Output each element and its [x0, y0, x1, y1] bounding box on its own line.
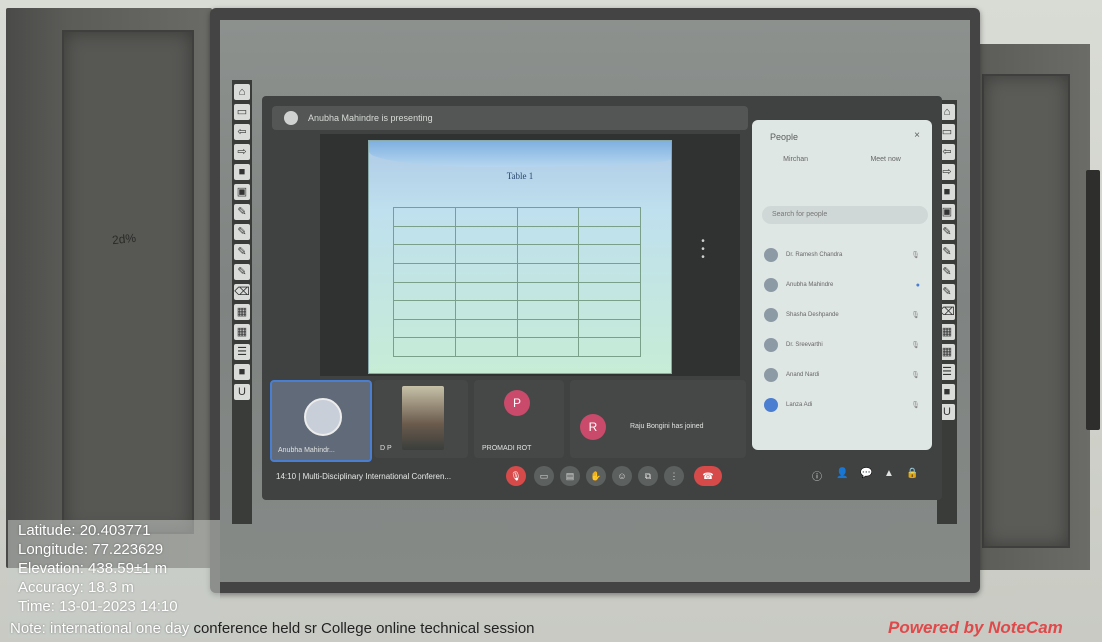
avatar — [764, 248, 778, 262]
tab-add-people[interactable]: Mirchan — [783, 156, 808, 163]
stop-icon[interactable]: ■ — [234, 164, 250, 180]
list-item[interactable]: Lanza Adi 🎙 — [752, 390, 932, 420]
grid-icon[interactable]: ▦ — [234, 304, 250, 320]
lock-icon[interactable]: 🔒 — [906, 468, 918, 479]
info-icon[interactable]: ⓘ — [812, 468, 822, 483]
notecam-watermark: Powered by NoteCam — [888, 618, 1063, 637]
eraser-icon[interactable]: ⌫ — [234, 284, 250, 300]
avatar — [304, 398, 342, 436]
square-icon[interactable]: ■ — [234, 364, 250, 380]
list-item[interactable]: Dr. Ramesh Chandra 🎙 — [752, 240, 932, 270]
avatar — [764, 368, 778, 382]
photo-background: 2d% ⌂ ▭ ⇦ ⇨ ■ ▣ ✎ ✎ ✎ ✎ ⌫ ▦ ▦ ☰ ■ U ⌂ ▭ … — [0, 0, 1102, 642]
left-smartboard-toolbar: ⌂ ▭ ⇦ ⇨ ■ ▣ ✎ ✎ ✎ ✎ ⌫ ▦ ▦ ☰ ■ U — [232, 80, 252, 524]
activities-icon[interactable]: ▲ — [884, 468, 894, 479]
shared-slide: Table 1 — [368, 140, 672, 374]
list-icon[interactable]: ☰ — [234, 344, 250, 360]
people-panel: People × Mirchan Meet now Search for peo… — [752, 120, 932, 450]
participant-tile[interactable]: Anubha Mahindr... — [270, 380, 372, 462]
close-icon[interactable]: × — [914, 130, 920, 141]
mic-icon: 🎙 — [911, 342, 920, 349]
people-list: Dr. Ramesh Chandra 🎙 Anubha Mahindre ● Sha… — [752, 240, 932, 420]
list-item[interactable]: Anubha Mahindre ● — [752, 270, 932, 300]
avatar: R — [580, 414, 606, 440]
grid-icon[interactable]: ▦ — [234, 324, 250, 340]
list-item[interactable]: Anand Nardi 🎙 — [752, 360, 932, 390]
more-options-icon[interactable]: • • • — [698, 237, 708, 268]
participant-label: D P — [380, 445, 392, 452]
left-cabinet-door — [62, 30, 194, 534]
raise-hand-button[interactable]: ✋ — [586, 466, 606, 486]
mic-off-button[interactable]: 🎙 — [506, 466, 526, 486]
presenter-avatar-icon — [284, 111, 298, 125]
participant-name: Shasha Deshpande — [786, 312, 839, 318]
present-button[interactable]: ⧉ — [638, 466, 658, 486]
captions-button[interactable]: ▤ — [560, 466, 580, 486]
participant-name: Lanza Adi — [786, 402, 813, 408]
mic-icon: 🎙 — [911, 372, 920, 379]
camera-button[interactable]: ▭ — [534, 466, 554, 486]
magnet-icon[interactable]: U — [234, 384, 250, 400]
avatar — [764, 278, 778, 292]
emoji-button[interactable]: ☺ — [612, 466, 632, 486]
right-pole — [1086, 170, 1100, 430]
slide-title: Table 1 — [506, 171, 534, 181]
people-search-input[interactable]: Search for people — [762, 206, 928, 224]
pen-icon[interactable]: ✎ — [234, 244, 250, 260]
pen-icon[interactable]: ✎ — [234, 264, 250, 280]
participant-label: Anubha Mahindr... — [278, 447, 335, 454]
back-icon[interactable]: ⇦ — [234, 124, 250, 140]
image-icon[interactable]: ▣ — [234, 184, 250, 200]
latitude-text: Latitude: 20.403771 — [18, 522, 151, 539]
tab-meet-now[interactable]: Meet now — [870, 156, 900, 163]
time-text: Time: 13-01-2023 14:10 — [18, 598, 178, 615]
page-icon[interactable]: ▭ — [234, 104, 250, 120]
slide-table — [393, 207, 641, 357]
end-call-button[interactable]: ☎ — [694, 466, 722, 486]
people-tabs: Mirchan Meet now — [752, 156, 932, 163]
mic-icon: 🎙 — [911, 312, 920, 319]
presenter-text: Anubha Mahindre is presenting — [308, 113, 433, 123]
list-item[interactable]: Shasha Deshpande 🎙 — [752, 300, 932, 330]
participant-tile[interactable]: P PROMADI ROT — [474, 380, 564, 458]
more-button[interactable]: ⋮ — [664, 466, 684, 486]
home-icon[interactable]: ⌂ — [234, 84, 250, 100]
meeting-title: Multi-Disciplinary International Confere… — [302, 472, 452, 481]
pen-icon[interactable]: ✎ — [234, 224, 250, 240]
participant-tile[interactable]: R Raju Bongini has joined — [570, 380, 746, 458]
meeting-clock: 14:10 | Multi-Disciplinary International… — [276, 472, 452, 481]
people-icon[interactable]: 👤 — [836, 468, 848, 479]
elevation-text: Elevation: 438.59±1 m — [18, 560, 168, 577]
chat-icon[interactable]: 💬 — [860, 468, 872, 479]
mic-icon: 🎙 — [911, 402, 920, 409]
participant-name: Anand Nardi — [786, 372, 820, 378]
participant-label: PROMADI ROT — [482, 445, 532, 452]
note-text: Note: international one day conference h… — [10, 620, 535, 637]
call-controls: 14:10 | Multi-Disciplinary International… — [270, 462, 934, 492]
participant-tile[interactable]: D P — [374, 380, 468, 458]
speaking-icon: ● — [915, 281, 920, 289]
pen-icon[interactable]: ✎ — [234, 204, 250, 220]
accuracy-text: Accuracy: 18.3 m — [18, 579, 134, 596]
participant-tiles: Anubha Mahindr... D P P PROMADI ROT R Ra… — [270, 380, 746, 462]
avatar — [764, 398, 778, 412]
presenter-bar: Anubha Mahindre is presenting — [272, 106, 748, 130]
avatar: P — [504, 390, 530, 416]
join-toast: Raju Bongini has joined — [630, 423, 704, 430]
participant-name: Dr. Sreevarthi — [786, 342, 823, 348]
avatar — [764, 338, 778, 352]
people-title: People — [770, 132, 799, 142]
participant-video — [402, 386, 444, 450]
participant-name: Dr. Ramesh Chandra — [786, 252, 843, 258]
longitude-text: Longitude: 77.223629 — [18, 541, 164, 558]
participant-name: Anubha Mahindre — [786, 282, 834, 288]
list-item[interactable]: Dr. Sreevarthi 🎙 — [752, 330, 932, 360]
slide-header-wave — [369, 141, 671, 167]
forward-icon[interactable]: ⇨ — [234, 144, 250, 160]
wall-scribble: 2d% — [111, 230, 137, 248]
right-cabinet-door — [982, 74, 1070, 548]
mic-icon: 🎙 — [911, 252, 920, 259]
avatar — [764, 308, 778, 322]
